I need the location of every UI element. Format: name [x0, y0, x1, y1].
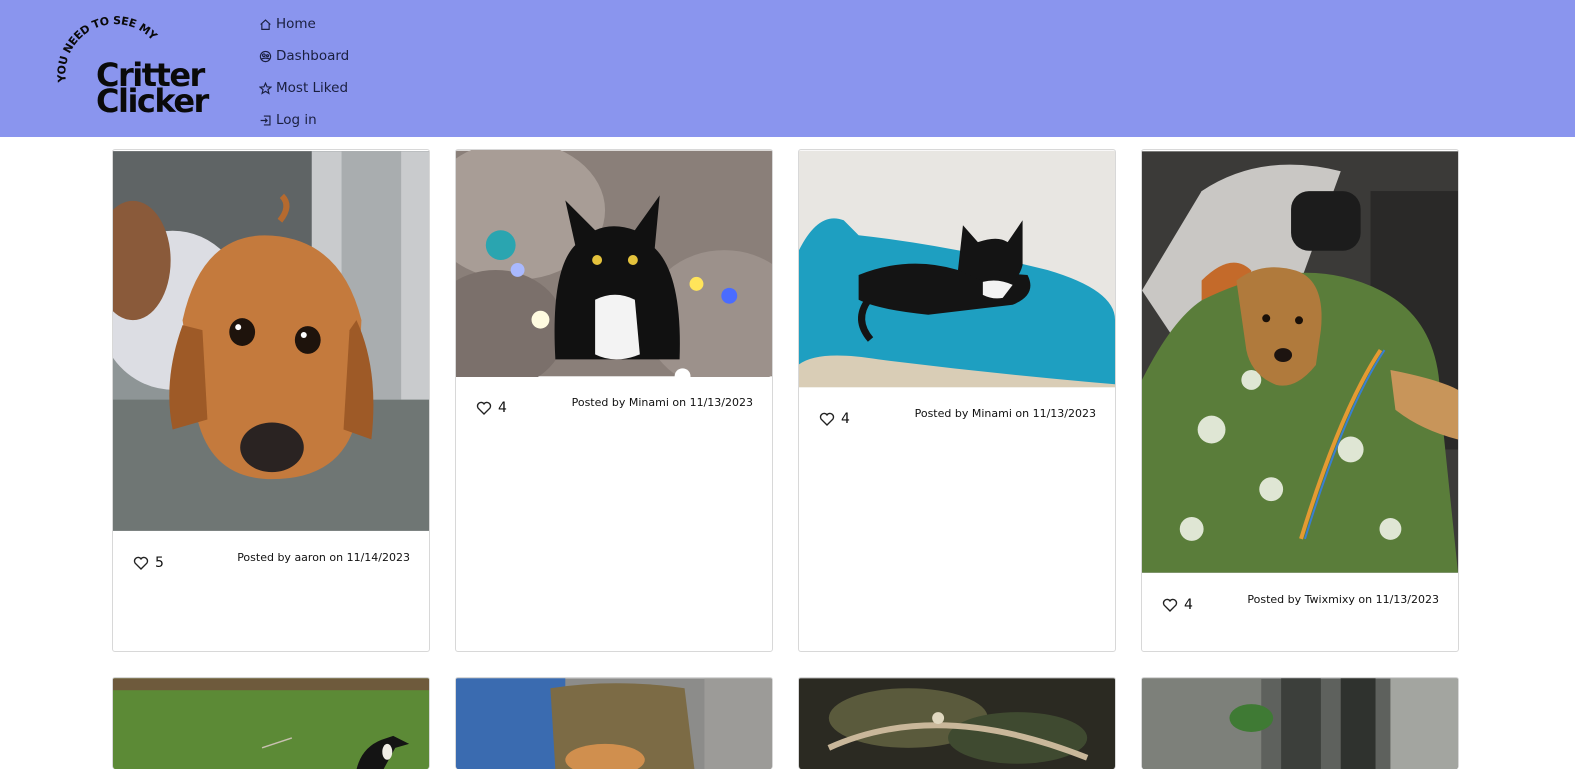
dashboard-icon	[259, 50, 272, 62]
like-button[interactable]: 4	[1162, 597, 1193, 613]
like-count: 5	[155, 555, 164, 571]
nav-item-log-in[interactable]: Log in	[259, 104, 349, 136]
heart-icon	[819, 412, 835, 426]
post-card[interactable]: 4 Posted by Minami on 11/13/2023	[455, 149, 773, 652]
post-card[interactable]: 4 Posted by Twixmixy on 11/13/2023	[1141, 149, 1459, 652]
post-photo[interactable]	[113, 678, 429, 769]
post-card[interactable]	[112, 677, 430, 769]
post-card[interactable]: 4 Posted by Minami on 11/13/2023	[798, 149, 1116, 652]
post-photo[interactable]	[799, 150, 1115, 388]
post-photo[interactable]	[456, 678, 772, 769]
post-photo[interactable]	[1142, 150, 1458, 574]
post-card[interactable]	[798, 677, 1116, 769]
post-photo[interactable]	[1142, 678, 1458, 769]
post-meta: Posted by Twixmixy on 11/13/2023	[1247, 593, 1439, 606]
post-meta: Posted by Minami on 11/13/2023	[571, 396, 753, 409]
nav-label: Dashboard	[276, 48, 350, 64]
post-card[interactable]	[1141, 677, 1459, 769]
site-header: YOU NEED TO SEE MY PET Critter Clicker H…	[0, 0, 1575, 137]
nav-label: Most Liked	[276, 80, 349, 96]
critter-clicker-logo[interactable]: YOU NEED TO SEE MY PET Critter Clicker	[52, 10, 217, 120]
like-count: 4	[498, 400, 507, 416]
nav-item-home[interactable]: Home	[259, 8, 349, 40]
nav-label: Home	[276, 16, 316, 32]
heart-icon	[476, 401, 492, 415]
login-icon	[260, 114, 271, 126]
post-card[interactable]: 5 Posted by aaron on 11/14/2023	[112, 149, 430, 652]
like-button[interactable]: 5	[133, 555, 164, 571]
post-meta: Posted by Minami on 11/13/2023	[914, 407, 1096, 420]
post-photo[interactable]	[113, 150, 429, 532]
like-button[interactable]: 4	[819, 411, 850, 427]
heart-icon	[1162, 598, 1178, 612]
post-photo[interactable]	[456, 150, 772, 377]
post-meta: Posted by aaron on 11/14/2023	[237, 551, 410, 564]
nav-item-most-liked[interactable]: Most Liked	[259, 72, 349, 104]
like-count: 4	[841, 411, 850, 427]
post-card[interactable]	[455, 677, 773, 769]
logo-name: Critter Clicker	[96, 56, 209, 120]
star-icon	[259, 81, 272, 95]
nav-label: Log in	[276, 112, 317, 128]
post-photo[interactable]	[799, 678, 1115, 769]
nav-item-dashboard[interactable]: Dashboard	[259, 40, 349, 72]
heart-icon	[133, 556, 149, 570]
main-nav: Home Dashboard Most Liked Log in	[259, 8, 349, 136]
like-count: 4	[1184, 597, 1193, 613]
home-icon	[260, 18, 271, 30]
like-button[interactable]: 4	[476, 400, 507, 416]
